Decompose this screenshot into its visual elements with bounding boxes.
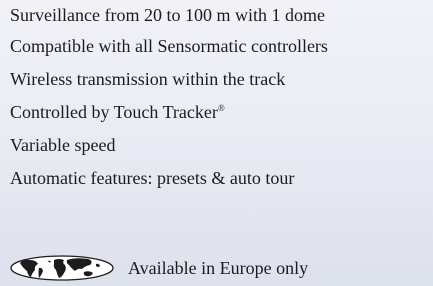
feature-touch-tracker: Controlled by Touch Tracker® xyxy=(10,96,433,129)
world-map-icon xyxy=(10,255,114,281)
feature-text: Controlled by Touch Tracker xyxy=(10,102,218,122)
availability-note: Available in Europe only xyxy=(10,250,308,286)
availability-text: Available in Europe only xyxy=(128,257,309,278)
feature-text: Wireless transmission within the track xyxy=(10,69,286,89)
feature-automatic: Automatic features: presets & auto tour xyxy=(10,162,433,195)
feature-text: Surveillance from 20 to 100 m with 1 dom… xyxy=(10,5,325,25)
feature-variable-speed: Variable speed xyxy=(10,129,433,162)
feature-compatibility: Compatible with all Sensormatic controll… xyxy=(10,30,433,63)
registered-trademark-mark: ® xyxy=(217,103,225,113)
feature-surveillance-range: Surveillance from 20 to 100 m with 1 dom… xyxy=(10,0,433,30)
feature-text: Automatic features: presets & auto tour xyxy=(10,168,295,188)
feature-wireless: Wireless transmission within the track xyxy=(10,63,433,96)
feature-list: Surveillance from 20 to 100 m with 1 dom… xyxy=(10,0,433,195)
feature-text: Variable speed xyxy=(10,135,116,155)
feature-text: Compatible with all Sensormatic controll… xyxy=(10,36,328,56)
